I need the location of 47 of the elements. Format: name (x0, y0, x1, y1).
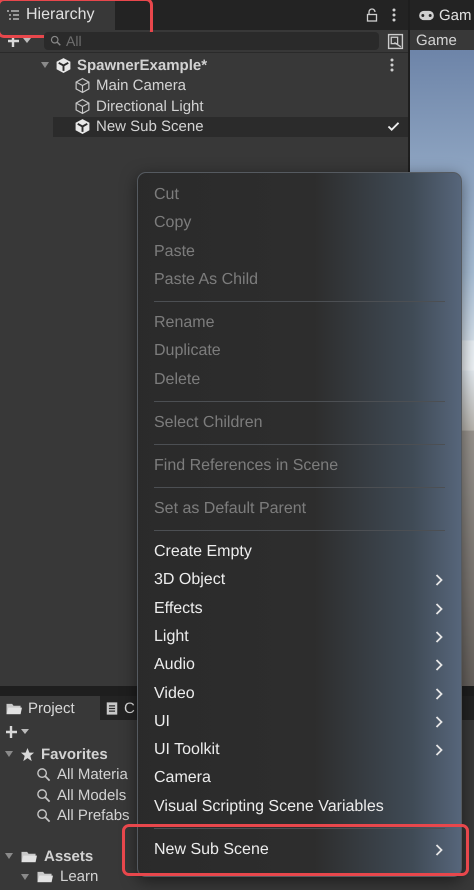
selected-row[interactable]: New Sub Scene (53, 116, 408, 137)
object-name[interactable]: Directional Light (96, 98, 204, 115)
more-icon[interactable] (392, 8, 396, 22)
list-icon (6, 9, 20, 21)
tree-item[interactable]: Favorites (41, 746, 108, 763)
search-icon (36, 767, 51, 782)
search-field[interactable]: All (44, 32, 379, 50)
menu-item[interactable]: Effects (138, 594, 461, 623)
tree-item[interactable]: All Models (57, 786, 126, 804)
cube-icon (55, 56, 72, 74)
tree-item[interactable]: Assets (44, 848, 94, 865)
menu-item[interactable]: Create Empty (138, 538, 461, 566)
document-icon (105, 700, 119, 716)
menu-item[interactable]: Camera (138, 764, 461, 793)
menu-item[interactable]: Visual Scripting Scene Variables (138, 792, 461, 821)
menu-item[interactable]: Audio (138, 651, 461, 680)
window-icon[interactable] (387, 32, 404, 50)
menu-item[interactable]: Light (138, 622, 461, 652)
expand-arrow-icon[interactable] (4, 749, 14, 760)
view-label[interactable]: Game (416, 32, 457, 48)
search-icon (50, 35, 62, 47)
cube-outline-icon (74, 77, 91, 94)
expand-arrow-icon[interactable] (20, 872, 30, 882)
object-name[interactable]: New Sub Scene (96, 118, 204, 136)
folder-icon (36, 869, 54, 884)
more-icon[interactable] (390, 58, 394, 72)
tree-item[interactable]: All Prefabs (57, 807, 130, 824)
panel-tab[interactable]: Project (0, 696, 100, 720)
object-name[interactable]: Main Camera (96, 77, 186, 94)
star-icon (20, 746, 35, 762)
tree-item[interactable]: Learn (60, 868, 98, 886)
gamepad-icon (418, 10, 435, 20)
tree-item[interactable]: All Materia (57, 766, 128, 784)
menu-item[interactable]: New Sub Scene (138, 836, 461, 864)
game-tab[interactable]: Gam (410, 0, 474, 30)
expand-arrow-icon[interactable] (40, 60, 50, 70)
search-icon (36, 788, 51, 803)
menu-item[interactable]: UI Toolkit (138, 736, 461, 764)
expand-arrow-icon[interactable] (4, 851, 14, 862)
lock-icon[interactable] (366, 8, 378, 22)
search-icon (36, 808, 51, 824)
hierarchy-tab[interactable]: Hierarchy (0, 0, 115, 30)
cube-icon (74, 118, 91, 136)
menu-item[interactable]: 3D Object (138, 566, 461, 595)
cube-outline-icon (74, 98, 91, 115)
scene-name[interactable]: SpawnerExample* (77, 56, 208, 74)
plus-icon (6, 725, 30, 739)
